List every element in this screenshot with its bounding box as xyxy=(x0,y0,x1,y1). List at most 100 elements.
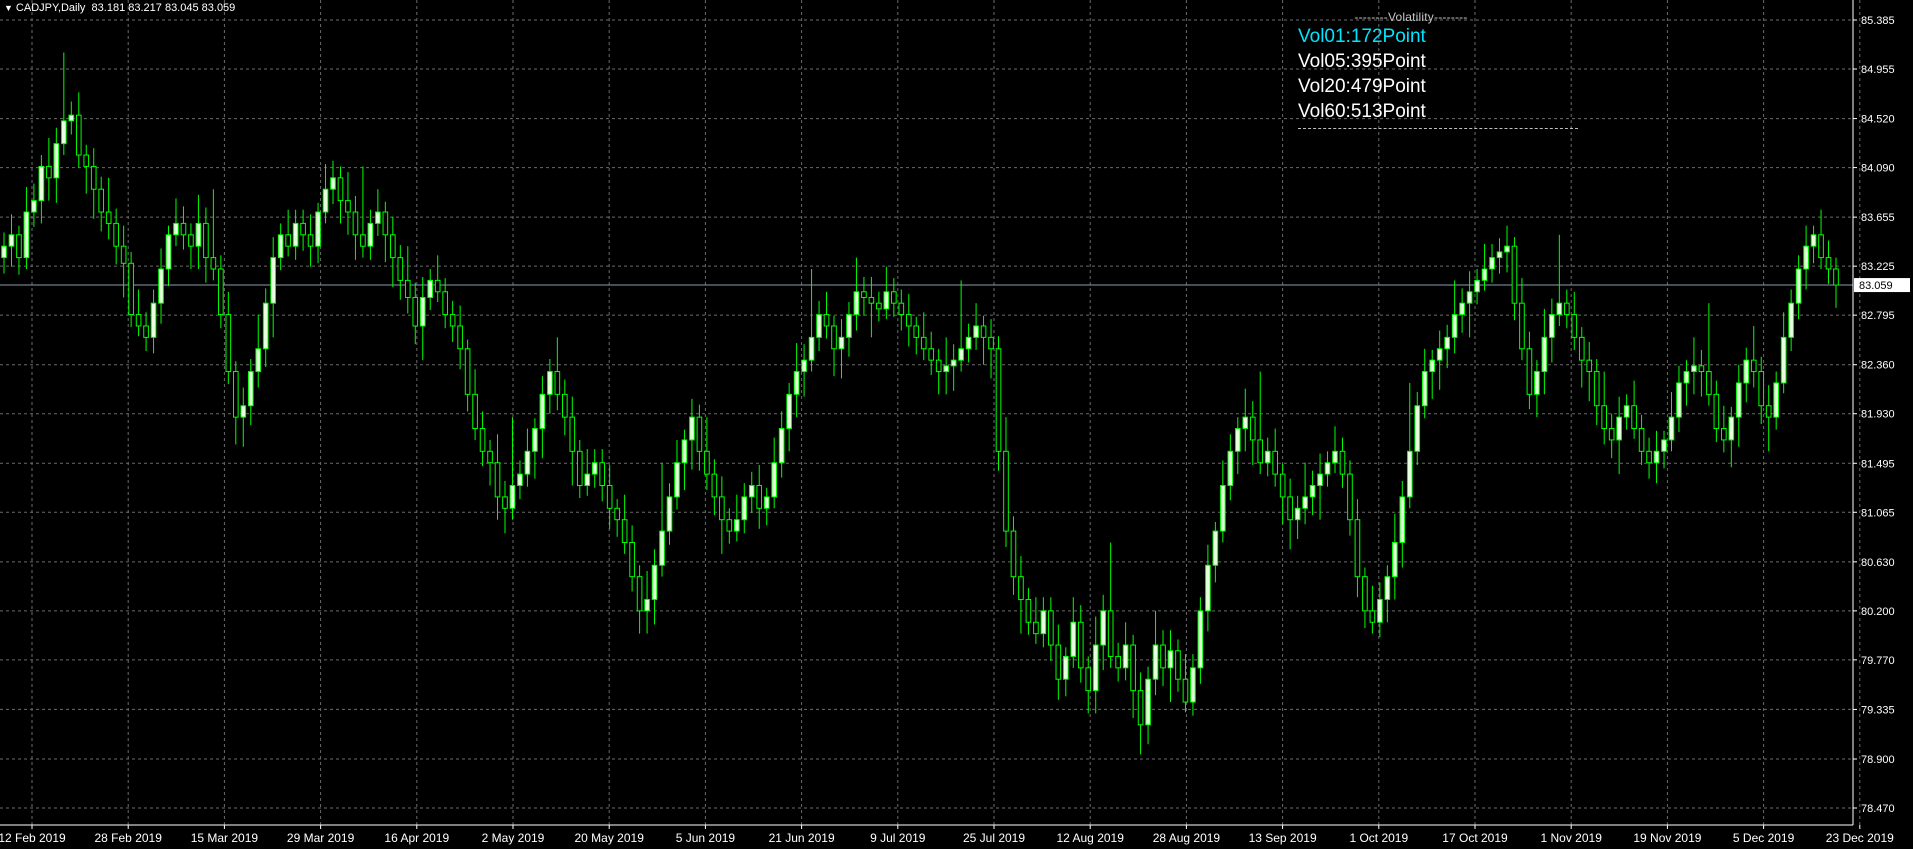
candle-body-bull xyxy=(8,234,15,247)
x-tick-label: 28 Feb 2019 xyxy=(95,831,163,845)
candle-body-bull xyxy=(1399,496,1406,543)
candle-body-bull xyxy=(1317,473,1323,487)
candle-body-bull xyxy=(1242,416,1249,430)
candle-body-bear xyxy=(928,348,935,361)
candle-body-bull xyxy=(741,496,748,521)
candle-body-bear xyxy=(75,114,82,156)
candle-body-bull xyxy=(950,359,957,367)
candle-body-bear xyxy=(756,485,763,509)
x-tick-label: 19 Nov 2019 xyxy=(1633,831,1701,845)
candle-body-bull xyxy=(733,519,740,532)
candle-body-bear xyxy=(180,222,187,236)
price-chart[interactable]: 85.385 84.955 84.520 84.090 83.655 83.225 82.7… xyxy=(0,0,1913,849)
candle-body-bull xyxy=(1436,348,1443,361)
candle-body-bull xyxy=(1377,598,1383,623)
candle-body-bull xyxy=(1743,359,1750,384)
y-tick-label: 78.900 xyxy=(1861,754,1895,766)
vol01-line: Vol01:172Point xyxy=(1298,26,1426,47)
candle-body-bull xyxy=(1406,450,1413,498)
y-tick-label: 83.655 xyxy=(1861,212,1895,224)
candle-body-bear xyxy=(83,154,90,167)
candle-body-bull xyxy=(771,462,778,498)
candle-body-bull xyxy=(1294,507,1301,521)
y-tick-label: 84.090 xyxy=(1861,163,1895,175)
candle-body-bull xyxy=(689,416,695,441)
candle-body-bull xyxy=(1421,371,1428,407)
chart-axes: 85.385 84.955 84.520 84.090 83.655 83.225 82.7… xyxy=(0,0,1910,845)
candle-body-bear xyxy=(1601,405,1608,430)
candle-body-bull xyxy=(838,336,845,350)
candle-body-bear xyxy=(599,462,606,487)
candle-body-bull xyxy=(427,279,434,298)
y-tick-label: 78.470 xyxy=(1861,803,1895,815)
candle-body-bull xyxy=(1167,650,1174,669)
candle-body-bull xyxy=(793,371,800,395)
y-tick-label: 80.630 xyxy=(1861,557,1895,569)
collapse-triangle-icon[interactable]: ▼ xyxy=(4,3,13,13)
x-tick-label: 28 Aug 2019 xyxy=(1153,831,1221,845)
candle-body-bear xyxy=(898,302,905,316)
candle-body-bull xyxy=(651,564,658,600)
candle-body-bear xyxy=(1077,621,1084,669)
candle-body-bear xyxy=(1249,416,1256,441)
candle-body-bull xyxy=(1040,610,1047,635)
candle-body-bear xyxy=(464,348,471,395)
candle-body-bear xyxy=(360,234,366,247)
candle-body-bear xyxy=(696,416,703,452)
candle-body-bull xyxy=(1459,302,1465,316)
candle-body-bear xyxy=(1631,405,1637,430)
candle-body-bull xyxy=(1474,279,1480,293)
x-tick-label: 13 Sep 2019 xyxy=(1249,831,1317,845)
candle-body-bull xyxy=(315,211,321,247)
volatility-divider xyxy=(1298,128,1578,129)
candle-body-bull xyxy=(973,325,979,338)
candle-body-bear xyxy=(1160,644,1166,669)
candle-body-bear xyxy=(98,188,105,213)
candle-body-bull xyxy=(1100,610,1107,646)
candle-body-bull xyxy=(367,222,374,247)
candle-body-bear xyxy=(382,211,389,236)
candle-body-bear xyxy=(1130,644,1136,692)
y-tick-label: 81.495 xyxy=(1861,458,1895,470)
candle-body-bull xyxy=(1683,371,1690,384)
candle-body-bear xyxy=(823,314,830,327)
candle-body-bull xyxy=(292,222,299,247)
candle-body-bear xyxy=(576,450,583,487)
candle-body-bull xyxy=(1332,450,1338,464)
candle-body-bull xyxy=(1205,564,1211,612)
candle-body-bull xyxy=(591,462,598,475)
candle-body-bull xyxy=(666,496,673,532)
y-tick-label: 79.335 xyxy=(1861,704,1895,716)
candle-body-bear xyxy=(1698,365,1705,373)
candle-body-bear xyxy=(1279,473,1286,498)
candle-body-bull xyxy=(943,365,949,373)
volatility-panel: --------Volatility-------- Vol01:172Poin… xyxy=(1298,10,1580,129)
candle-body-bear xyxy=(404,279,411,298)
candle-body-bear xyxy=(629,541,635,578)
candle-body-bull xyxy=(255,348,262,373)
candle-body-bull xyxy=(1384,576,1391,600)
candle-body-bull xyxy=(1653,450,1660,464)
x-tick-label: 9 Jul 2019 xyxy=(870,831,926,845)
x-tick-label: 16 Apr 2019 xyxy=(384,831,449,845)
x-tick-label: 5 Jun 2019 xyxy=(676,831,736,845)
candle-body-bear xyxy=(494,462,501,498)
candle-body-bull xyxy=(1534,371,1540,395)
current-price-label: 83.059 xyxy=(1859,280,1893,292)
candle-body-bear xyxy=(113,222,119,247)
candle-body-bull xyxy=(1735,382,1742,418)
candle-body-bear xyxy=(1182,678,1189,703)
candle-body-bull xyxy=(330,177,336,190)
candle-body-bear xyxy=(1085,667,1092,692)
candle-body-bull xyxy=(1197,610,1204,669)
x-tick-label: 15 Mar 2019 xyxy=(191,831,259,845)
candle-body-bull xyxy=(584,473,591,487)
candle-body-bull xyxy=(524,450,531,475)
candle-body-bear xyxy=(1563,302,1570,316)
candle-body-bull xyxy=(419,296,426,327)
candle-body-bull xyxy=(1661,439,1667,452)
candle-body-bear xyxy=(345,200,351,213)
candle-body-bear xyxy=(1526,348,1533,395)
candle-body-bull xyxy=(53,143,60,179)
candle-body-bear xyxy=(704,450,710,475)
